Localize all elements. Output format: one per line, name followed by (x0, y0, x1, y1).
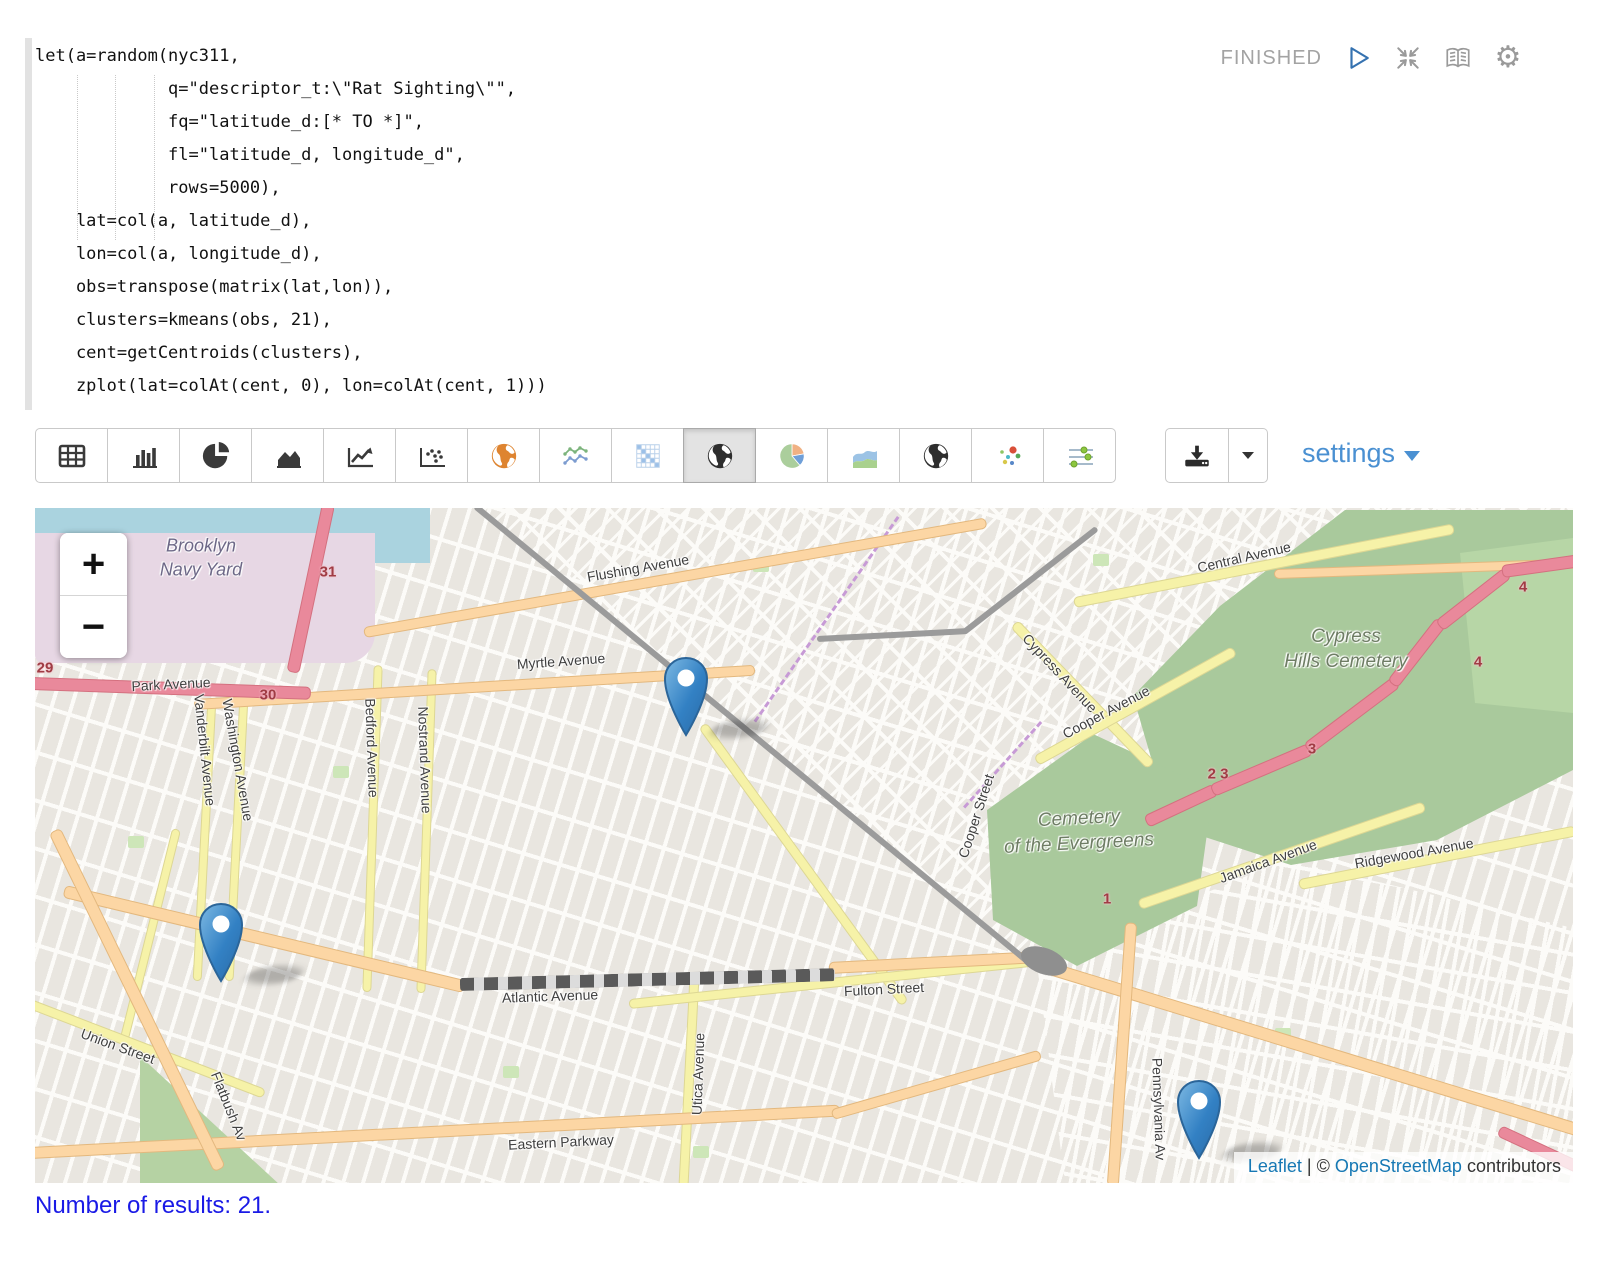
leaflet-link[interactable]: Leaflet (1248, 1156, 1302, 1176)
park-area (693, 1146, 709, 1158)
sliders-icon (1065, 442, 1095, 470)
globe-map-icon (705, 441, 735, 471)
attribution-suffix: contributors (1462, 1156, 1561, 1176)
map-attribution: Leaflet | © OpenStreetMap contributors (1234, 1152, 1573, 1183)
editor-gutter (25, 38, 32, 410)
openstreetmap-link[interactable]: OpenStreetMap (1335, 1156, 1462, 1176)
collapse-icon[interactable] (1394, 44, 1422, 72)
attribution-separator: | © (1302, 1156, 1335, 1176)
globe-map-button-selected[interactable] (683, 428, 756, 483)
line-chart-button[interactable] (323, 428, 396, 483)
map-label-brooklyn: Brooklyn (166, 536, 236, 557)
pie-colored-icon (777, 441, 807, 471)
map-marker-3[interactable] (1173, 1078, 1225, 1160)
route-shield: 31 (320, 564, 337, 581)
indent-guide (154, 75, 155, 240)
download-icon (1182, 442, 1212, 470)
map-label-navy-yard: Navy Yard (160, 560, 242, 581)
area-colored-button[interactable] (827, 428, 900, 483)
code-line: obs=transpose(matrix(lat,lon)), (35, 271, 547, 304)
route-shield: 1 (1103, 891, 1111, 908)
play-icon[interactable] (1344, 44, 1372, 72)
code-line: let(a=random(nyc311, (35, 40, 547, 73)
code-line: fl="latitude_d, longitude_d", (35, 139, 547, 172)
code-line: fq="latitude_d:[* TO *]", (35, 106, 547, 139)
zoom-in-button[interactable]: + (60, 533, 127, 595)
leaflet-map[interactable]: 31 30 29 4 4 2 3 3 1 Brooklyn Navy Yard … (35, 508, 1573, 1183)
scatter-colored-icon (993, 442, 1023, 470)
pie-chart-button[interactable] (179, 428, 252, 483)
viz-toolbar (35, 428, 1116, 483)
status-badge: FINISHED (1221, 47, 1322, 70)
indent-guide (115, 75, 116, 240)
sliders-button[interactable] (1043, 428, 1116, 483)
bar-chart-icon (129, 442, 159, 470)
scatter-button[interactable] (395, 428, 468, 483)
map-label-cypress-hills-2: Hills Cemetery (1284, 651, 1408, 673)
code-line: rows=5000), (35, 172, 547, 205)
multi-line-icon (561, 442, 591, 470)
chevron-down-icon (1404, 451, 1420, 461)
map-marker-2[interactable] (195, 901, 247, 983)
park-area (1093, 554, 1109, 566)
pie-colored-button[interactable] (755, 428, 828, 483)
gear-icon[interactable]: ⚙ (1494, 44, 1522, 72)
globe-map-icon (921, 441, 951, 471)
zoom-control: + − (60, 533, 127, 658)
code-line: lon=col(a, longitude_d), (35, 238, 547, 271)
pie-chart-icon (201, 441, 231, 471)
download-group (1165, 428, 1268, 483)
book-icon[interactable] (1444, 44, 1472, 72)
scatter-icon (417, 442, 447, 470)
code-line: clusters=kmeans(obs, 21), (35, 304, 547, 337)
route-shield: 29 (37, 660, 54, 677)
area-colored-icon (849, 442, 879, 470)
bar-chart-button[interactable] (107, 428, 180, 483)
route-shield: 2 3 (1208, 766, 1229, 783)
settings-label: settings (1302, 438, 1395, 469)
table-button[interactable] (35, 428, 108, 483)
download-caret-button[interactable] (1229, 428, 1268, 483)
park-area (503, 1066, 519, 1078)
globe-map-button-2[interactable] (899, 428, 972, 483)
code-line: q="descriptor_t:\"Rat Sighting\"", (35, 73, 547, 106)
zoom-out-button[interactable]: − (60, 595, 127, 658)
globe-orange-button[interactable] (467, 428, 540, 483)
line-chart-icon (345, 442, 375, 470)
map-marker-1[interactable] (660, 655, 712, 737)
map-label-evergreens-1: Cemetery (1037, 806, 1120, 832)
code-line: cent=getCentroids(clusters), (35, 337, 547, 370)
results-count: Number of results: 21. (35, 1192, 271, 1220)
map-label-atlantic-avenue: Atlantic Avenue (502, 986, 599, 1005)
chevron-down-icon (1242, 452, 1254, 459)
indent-guide (77, 75, 78, 240)
route-shield: 4 (1474, 654, 1482, 671)
paragraph-header: FINISHED ⚙ (1221, 44, 1522, 72)
map-label-cypress-hills-1: Cypress (1311, 626, 1381, 648)
park-area (128, 836, 144, 848)
download-button[interactable] (1165, 428, 1229, 483)
map-label-utica-avenue: Utica Avenue (689, 1033, 708, 1116)
scatter-colored-button[interactable] (971, 428, 1044, 483)
park-area (333, 766, 349, 778)
settings-link[interactable]: settings (1302, 438, 1420, 469)
route-shield: 3 (1308, 741, 1316, 758)
multi-line-button[interactable] (539, 428, 612, 483)
route-shield: 30 (260, 687, 277, 704)
code-line: zplot(lat=colAt(cent, 0), lon=colAt(cent… (35, 370, 547, 403)
area-chart-button[interactable] (251, 428, 324, 483)
table-icon (57, 442, 87, 470)
map-label-bedford-avenue: Bedford Avenue (362, 698, 381, 798)
heatmap-button[interactable] (611, 428, 684, 483)
globe-orange-icon (489, 441, 519, 471)
area-chart-icon (273, 442, 303, 470)
code-line: lat=col(a, latitude_d), (35, 205, 547, 238)
code-editor[interactable]: let(a=random(nyc311, q="descriptor_t:\"R… (35, 40, 547, 403)
heatmap-icon (633, 441, 663, 471)
route-shield: 4 (1519, 579, 1527, 596)
